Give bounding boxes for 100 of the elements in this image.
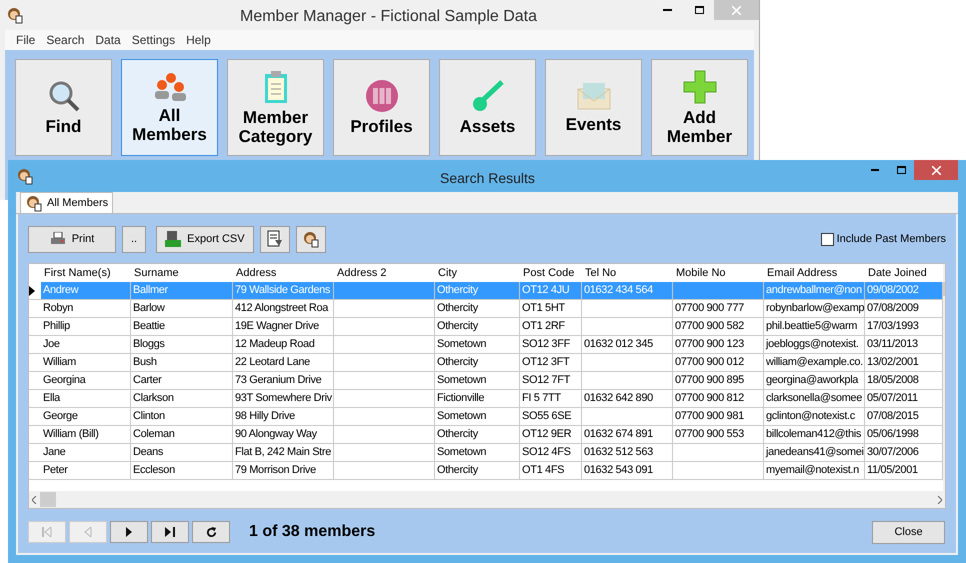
table-cell: 79 Morrison Drive	[233, 462, 334, 479]
table-row[interactable]: Ella Clarkson 93T Somewhere Driv Fictionville FI 5 7TT 01632 642 890 07700 900 812 clarksonella@somee 05/07/2011	[29, 390, 943, 408]
table-cell: 73 Geranium Drive	[233, 372, 334, 389]
table-row[interactable]: Joe Bloggs 12 Madeup Road Sometown SO12 3FF 01632 012 345 07700 900 123 joebloggs@notexist. 03/11/2013	[29, 336, 943, 354]
column-header[interactable]: Date Joined	[865, 264, 943, 282]
toolbar-button[interactable]: Profiles	[333, 59, 430, 156]
table-cell: Coleman	[131, 426, 233, 443]
table-cell: billcoleman412@this	[764, 426, 865, 443]
table-cell: OT1 4FS	[520, 462, 582, 479]
table-cell: Sometown	[435, 444, 520, 461]
document-icon	[266, 230, 284, 248]
table-row[interactable]: William Bush 22 Leotard Lane Othercity OT12 3FT 07700 900 012 william@example.co. 13/02/2001	[29, 354, 943, 372]
icon-button[interactable]	[296, 226, 326, 252]
table-cell: clarksonella@somee	[764, 390, 865, 407]
table-row[interactable]: William (Bill) Coleman 90 Alongway Way Othercity OT12 9ER 01632 674 891 07700 900 553 billcoleman412@this 05/06/1998	[29, 426, 943, 444]
column-header[interactable]: Address 2	[334, 264, 435, 282]
table-cell: Othercity	[435, 318, 520, 335]
toolbar-button[interactable]: Member Category	[227, 59, 324, 156]
column-header[interactable]: Post Code	[520, 264, 582, 282]
table-cell: andrewballmer@non	[764, 282, 865, 299]
table-cell: 01632 642 890	[582, 390, 673, 407]
table-cell: 01632 543 091	[582, 462, 673, 479]
icon-button[interactable]	[260, 226, 290, 252]
action-button[interactable]: Print	[28, 226, 116, 252]
action-button[interactable]: Export CSV	[156, 226, 254, 252]
column-header[interactable]: Address	[233, 264, 334, 282]
table-row[interactable]: Jane Deans Flat B, 242 Main Stre Sometown SO12 4FS 01632 512 563 janedeans41@somei 30/07/2006	[29, 444, 943, 462]
tab[interactable]: All Members	[20, 192, 114, 213]
table-cell: Ballmer	[131, 282, 233, 299]
table-cell: Sometown	[435, 408, 520, 425]
table-cell: 22 Leotard Lane	[233, 354, 334, 371]
table-cell: william@example.co.	[764, 354, 865, 371]
table-cell: Sometown	[435, 336, 520, 353]
table-cell: Beattie	[131, 318, 233, 335]
table-row[interactable]: Georgina Carter 73 Geranium Drive Sometown SO12 7FT 07700 900 895 georgina@aworkpla 18/05/2008	[29, 372, 943, 390]
column-header[interactable]: Surname	[131, 264, 233, 282]
menu-item[interactable]: Search	[46, 31, 84, 49]
people-icon	[152, 72, 186, 102]
table-cell: 07700 900 553	[673, 426, 764, 443]
table-row[interactable]: Robyn Barlow 412 Alongstreet Roa Othercity OT1 5HT 07700 900 777 robynbarlow@examp 07/08/2009	[29, 300, 943, 318]
menu-item[interactable]: Settings	[132, 31, 176, 49]
column-header[interactable]: Tel No	[582, 264, 673, 282]
table-row[interactable]: Peter Eccleson 79 Morrison Drive Othercity OT1 4FS 01632 543 091 myemail@notexist.n 11/05/2001	[29, 462, 943, 480]
toolbar-button[interactable]: Events	[545, 59, 642, 156]
table-cell: Sometown	[435, 372, 520, 389]
record-count: 1 of 38 members	[249, 522, 376, 542]
column-header[interactable]: City	[435, 264, 520, 282]
app-icon	[16, 167, 34, 185]
menu-item[interactable]: File	[16, 31, 36, 49]
horizontal-scrollbar[interactable]	[29, 491, 945, 508]
table-row[interactable]: Phillip Beattie 19E Wagner Drive Othercity OT1 2RF 07700 900 582 phil.beattie5@warm 17/03/1993	[29, 318, 943, 336]
close-icon	[932, 166, 940, 174]
column-header[interactable]: Mobile No	[673, 264, 764, 282]
action-button[interactable]: ..	[122, 226, 146, 252]
table-cell: 07700 900 012	[673, 354, 764, 371]
table-cell: Othercity	[435, 426, 520, 443]
table-cell: gclinton@notexist.c	[764, 408, 865, 425]
table-cell: Ella	[41, 390, 131, 407]
close-button[interactable]	[914, 160, 958, 180]
scroll-thumb[interactable]	[40, 492, 56, 507]
table-cell: Bush	[131, 354, 233, 371]
window-title: Search Results	[440, 169, 535, 188]
table-cell: OT12 9ER	[520, 426, 582, 443]
table-cell: Peter	[41, 462, 131, 479]
first-icon	[42, 527, 52, 537]
toolbar-button[interactable]: Add Member	[651, 59, 748, 156]
table-cell: OT1 5HT	[520, 300, 582, 317]
menu-item[interactable]: Data	[95, 31, 121, 49]
file-icon	[165, 231, 182, 247]
table-cell: 98 Hilly Drive	[233, 408, 334, 425]
table-cell: Barlow	[131, 300, 233, 317]
table-cell: robynbarlow@examp	[764, 300, 865, 317]
column-header[interactable]: Email Address	[764, 264, 865, 282]
toolbar-button[interactable]: Find	[15, 59, 112, 156]
table-row[interactable]: George Clinton 98 Hilly Drive Sometown SO55 6SE 07700 900 981 gclinton@notexist.c 07/08/2015	[29, 408, 943, 426]
column-header[interactable]: First Name(s)	[41, 264, 131, 282]
key-icon	[470, 79, 504, 113]
table-cell: 79 Wallside Gardens	[233, 282, 334, 299]
table-cell: georgina@aworkpla	[764, 372, 865, 389]
table-cell: OT12 3FT	[520, 354, 582, 371]
table-cell: 01632 434 564	[582, 282, 673, 299]
checkbox-label: Include Past Members	[836, 232, 946, 247]
toolbar-button[interactable]: Assets	[439, 59, 536, 156]
table-cell: Clarkson	[131, 390, 233, 407]
checkbox[interactable]	[820, 232, 834, 246]
table-cell: Othercity	[435, 354, 520, 371]
menu-item[interactable]: Help	[186, 31, 211, 49]
toolbar-button[interactable]: All Members	[121, 59, 218, 156]
scroll-left-icon	[32, 496, 37, 504]
table-cell: 07700 900 777	[673, 300, 764, 317]
pager-button[interactable]	[110, 521, 148, 543]
table-cell: myemail@notexist.n	[764, 462, 865, 479]
pager-button[interactable]	[192, 521, 230, 543]
table-cell: joebloggs@notexist.	[764, 336, 865, 353]
pager-button[interactable]	[151, 521, 189, 543]
table-cell: 90 Alongway Way	[233, 426, 334, 443]
table-cell: Joe	[41, 336, 131, 353]
app-icon	[6, 6, 24, 24]
close-button[interactable]: Close	[872, 520, 945, 544]
table-cell: phil.beattie5@warm	[764, 318, 865, 335]
